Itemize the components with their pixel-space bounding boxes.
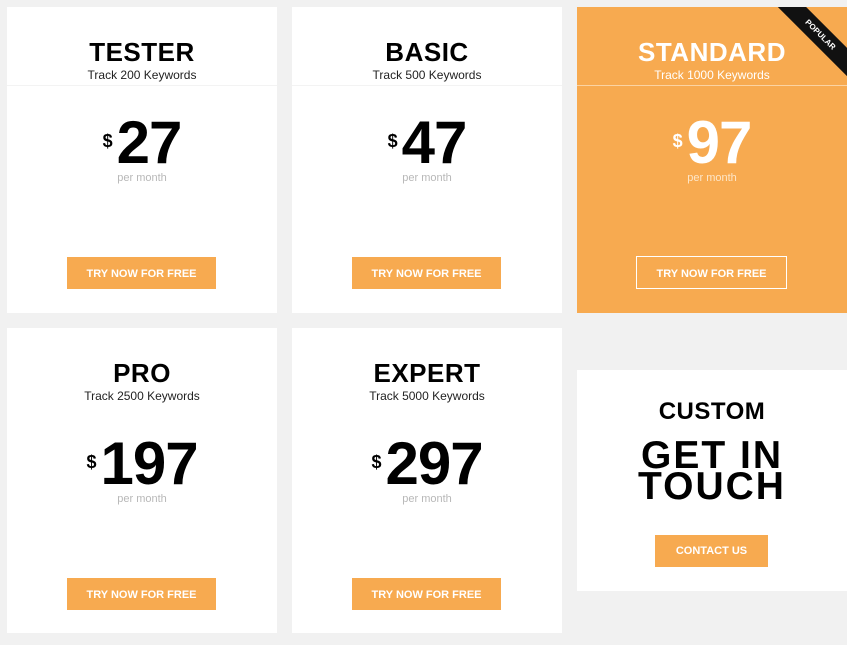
plan-price: $197	[7, 432, 277, 496]
plan-keywords: Track 500 Keywords	[372, 68, 482, 82]
plan-name: CUSTOM	[658, 398, 766, 425]
price-period: per month	[117, 172, 167, 184]
try-now-button[interactable]: TRY NOW FOR FREE	[352, 578, 501, 610]
currency-symbol: $	[86, 452, 97, 472]
plan-card-custom: CUSTOM GET IN TOUCH CONTACT US	[577, 370, 847, 591]
currency-symbol: $	[102, 131, 113, 151]
plan-keywords: Track 5000 Keywords	[369, 389, 485, 403]
headline-line-2: TOUCH	[638, 465, 786, 508]
plan-price: $47	[292, 111, 562, 175]
divider	[292, 85, 562, 86]
price-amount: 97	[686, 109, 753, 176]
try-now-button[interactable]: TRY NOW FOR FREE	[352, 257, 501, 289]
price-period: per month	[117, 493, 167, 505]
plan-keywords: Track 200 Keywords	[87, 68, 197, 82]
plan-keywords: Track 2500 Keywords	[84, 389, 200, 403]
price-amount: 27	[116, 109, 183, 176]
price-amount: 47	[401, 109, 468, 176]
currency-symbol: $	[672, 131, 683, 151]
plan-name: TESTER	[89, 37, 195, 67]
try-now-button[interactable]: TRY NOW FOR FREE	[67, 257, 216, 289]
try-now-button[interactable]: TRY NOW FOR FREE	[67, 578, 216, 610]
price-period: per month	[402, 493, 452, 505]
price-amount: 197	[100, 430, 198, 497]
price-amount: 297	[385, 430, 483, 497]
plan-price: $97	[577, 111, 847, 175]
plan-card-pro: PRO Track 2500 Keywords $197 per month T…	[7, 328, 277, 633]
plan-keywords: Track 1000 Keywords	[654, 68, 770, 82]
plan-price: $297	[292, 432, 562, 496]
try-now-button[interactable]: TRY NOW FOR FREE	[636, 256, 787, 289]
plan-card-tester: TESTER Track 200 Keywords $27 per month …	[7, 7, 277, 313]
plan-card-standard: POPULAR STANDARD Track 1000 Keywords $97…	[577, 7, 847, 313]
price-period: per month	[687, 172, 737, 184]
plan-price: $27	[7, 111, 277, 175]
currency-symbol: $	[387, 131, 398, 151]
plan-card-basic: BASIC Track 500 Keywords $47 per month T…	[292, 7, 562, 313]
contact-us-button[interactable]: CONTACT US	[655, 535, 768, 567]
plan-card-expert: EXPERT Track 5000 Keywords $297 per mont…	[292, 328, 562, 633]
price-period: per month	[402, 172, 452, 184]
divider	[7, 85, 277, 86]
plan-name: STANDARD	[638, 37, 786, 67]
plan-name: BASIC	[385, 37, 469, 67]
currency-symbol: $	[371, 452, 382, 472]
get-in-touch-headline: GET IN TOUCH	[577, 436, 847, 508]
plan-name: PRO	[113, 358, 171, 388]
divider	[577, 85, 847, 86]
plan-name: EXPERT	[373, 358, 481, 388]
